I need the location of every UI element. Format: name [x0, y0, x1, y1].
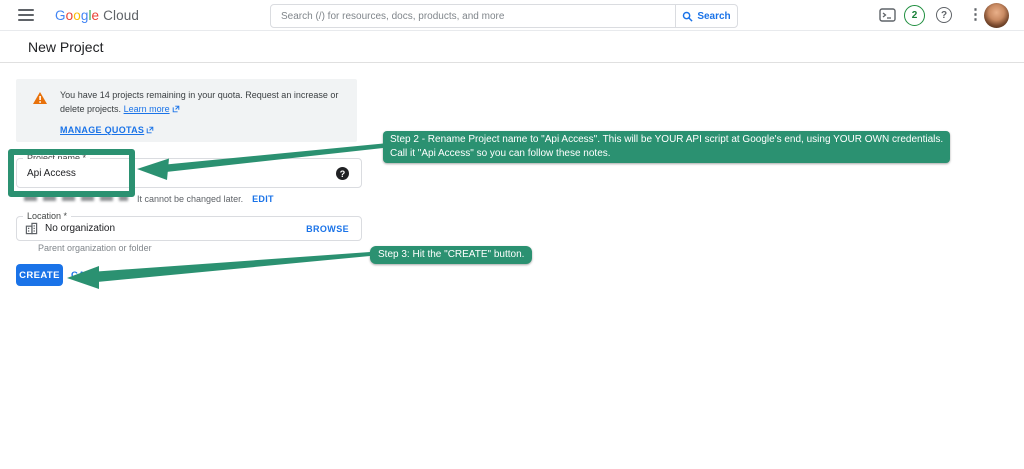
cloud-logo-text: Cloud: [103, 8, 139, 23]
google-cloud-console: Google Cloud Search 2 ?: [0, 0, 1024, 469]
global-search-bar: Search: [270, 4, 738, 28]
hamburger-menu-icon[interactable]: [18, 9, 34, 22]
top-bar: Google Cloud Search 2 ?: [0, 0, 1024, 31]
location-field[interactable]: Location * No organization BROWSE: [16, 216, 362, 241]
page-title: New Project: [28, 39, 103, 55]
organization-icon: [25, 222, 38, 235]
search-icon: [682, 11, 693, 22]
overflow-menu-icon[interactable]: ⋮: [968, 5, 983, 23]
project-id-note: It cannot be changed later.EDIT: [137, 194, 274, 204]
create-button[interactable]: CREATE: [16, 264, 63, 286]
annotation-step2: Step 2 - Rename Project name to "Api Acc…: [383, 131, 950, 163]
annotation-highlight-rect: [8, 149, 135, 197]
manage-quotas-link[interactable]: MANAGE QUOTAS: [60, 125, 154, 135]
notifications-badge[interactable]: 2: [904, 5, 925, 26]
location-helper-text: Parent organization or folder: [38, 243, 152, 253]
external-link-icon: [146, 126, 154, 134]
cancel-button[interactable]: CANCEL: [71, 270, 113, 281]
edit-project-id-link[interactable]: EDIT: [252, 194, 274, 204]
quota-warning-text: You have 14 projects remaining in your q…: [60, 88, 338, 116]
annotation-step3: Step 3: Hit the "CREATE" button.: [370, 246, 532, 264]
google-cloud-logo[interactable]: Google Cloud: [55, 8, 139, 23]
learn-more-link[interactable]: Learn more: [124, 104, 170, 114]
notification-count: 2: [912, 10, 918, 21]
warning-icon: [32, 91, 48, 105]
search-input[interactable]: [271, 5, 675, 27]
quota-warning-banner: You have 14 projects remaining in your q…: [16, 79, 357, 142]
search-button-label: Search: [697, 11, 730, 22]
external-link-icon: [172, 105, 180, 113]
help-icon[interactable]: ?: [936, 7, 952, 23]
location-label: Location *: [23, 211, 71, 221]
google-logo-text: Google: [55, 8, 99, 23]
location-value: No organization: [45, 223, 115, 234]
field-help-icon[interactable]: ?: [336, 167, 349, 180]
cloud-shell-icon[interactable]: [879, 8, 896, 27]
browse-button[interactable]: BROWSE: [306, 224, 349, 234]
search-button[interactable]: Search: [675, 5, 737, 27]
user-avatar[interactable]: [984, 3, 1009, 28]
header-divider: [0, 62, 1024, 63]
